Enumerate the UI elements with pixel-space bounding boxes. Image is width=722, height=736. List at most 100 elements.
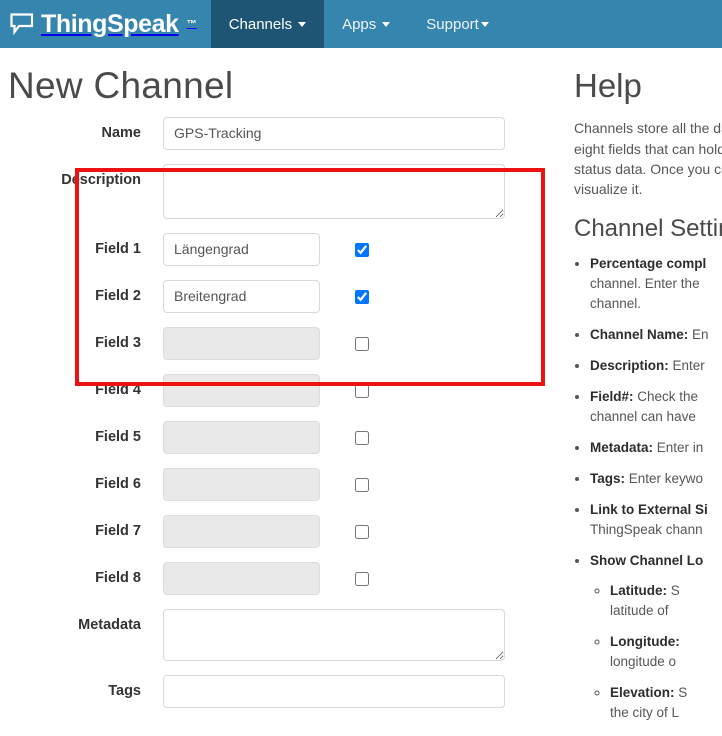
- help-item-description: Enter: [668, 358, 705, 374]
- help-sub-item-latitude: Latitude: S latitude of: [610, 581, 722, 621]
- help-sub-item-term: Latitude:: [610, 582, 667, 598]
- brand-trademark: ™: [186, 18, 197, 30]
- help-item-description: Description: Enter: [590, 356, 722, 376]
- label-field-4: Field 4: [95, 381, 141, 398]
- help-title: Help: [574, 67, 642, 104]
- nav-item-apps-label: Apps: [342, 15, 377, 33]
- control-wrap-field-1: [163, 232, 566, 266]
- input-name[interactable]: [163, 116, 505, 150]
- control-wrap-field-6: [163, 467, 566, 501]
- help-sub-list: Latitude: S latitude of Longitude: longit…: [590, 581, 722, 723]
- checkbox-field-6[interactable]: [355, 477, 369, 492]
- help-item-show-channel-lo: Show Channel Lo Latitude: S latitude of Lo…: [590, 551, 722, 723]
- help-column: Help Channels store all the da eight fie…: [566, 48, 722, 736]
- help-item-term: Link to External Si: [590, 502, 708, 517]
- help-item-description: Enter keywo: [625, 471, 704, 487]
- form-row-field-4: Field 4: [0, 373, 566, 407]
- control-wrap-field-8: [163, 561, 566, 595]
- top-navbar: ThingSpeak ™ Channels Apps Support: [0, 0, 722, 48]
- help-sub-item-longitude: Longitude: longitude o: [610, 632, 722, 672]
- help-item-term: Field#:: [590, 389, 634, 405]
- help-item-description: ThingSpeak chann: [590, 521, 703, 537]
- help-sub-item-description: longitude o: [610, 653, 677, 669]
- checkbox-field-2[interactable]: [355, 289, 369, 304]
- label-field-1: Field 1: [95, 240, 141, 257]
- label-field-6: Field 6: [95, 475, 141, 492]
- page-body: New Channel Name Description Field 1 Field …: [0, 48, 722, 736]
- input-description[interactable]: [163, 163, 505, 219]
- control-wrap-field-4: [163, 373, 566, 407]
- checkbox-field-5[interactable]: [355, 430, 369, 445]
- input-field-2[interactable]: [163, 279, 320, 313]
- input-field-1[interactable]: [163, 232, 320, 266]
- form-row-field-1: Field 1: [0, 232, 566, 266]
- control-wrap-field-2: [163, 279, 566, 313]
- form-row-field-7: Field 7: [0, 514, 566, 548]
- input-field-3: [163, 326, 320, 360]
- brand-logo-link[interactable]: ThingSpeak ™: [0, 0, 211, 48]
- input-field-6: [163, 467, 320, 501]
- input-tags[interactable]: [163, 674, 505, 708]
- input-field-5: [163, 420, 320, 454]
- nav-item-apps[interactable]: Apps: [324, 0, 408, 48]
- chevron-down-icon: [480, 21, 489, 27]
- help-item-channel-name: Channel Name: En: [590, 325, 722, 345]
- control-wrap-tags: [163, 674, 566, 708]
- label-description: Description: [61, 171, 141, 188]
- help-item-term: Description:: [590, 358, 669, 374]
- checkbox-field-4[interactable]: [355, 383, 369, 398]
- label-tags: Tags: [108, 682, 141, 699]
- form-row-field-3: Field 3: [0, 326, 566, 360]
- help-item-field: Field#: Check the channel can have: [590, 387, 722, 427]
- checkbox-field-8[interactable]: [355, 571, 369, 586]
- control-wrap-name: [163, 116, 566, 150]
- label-field-5: Field 5: [95, 428, 141, 445]
- label-field-8: Field 8: [95, 569, 141, 586]
- label-field-3: Field 3: [95, 334, 141, 351]
- form-row-field-2: Field 2: [0, 279, 566, 313]
- help-item-description: En: [688, 327, 709, 343]
- control-wrap-field-5: [163, 420, 566, 454]
- label-field-7: Field 7: [95, 522, 141, 539]
- input-field-7: [163, 514, 320, 548]
- help-item-term: Show Channel Lo: [590, 552, 704, 568]
- form-row-name: Name: [0, 116, 566, 150]
- help-item-link-to-external-si: Link to External Si ThingSpeak chann: [590, 500, 722, 540]
- help-item-term: Percentage compl: [590, 256, 707, 272]
- control-wrap-description: [163, 163, 566, 219]
- help-intro-text: Channels store all the da eight fields t…: [574, 120, 722, 198]
- checkbox-field-1[interactable]: [355, 242, 369, 257]
- help-sub-item-term: Longitude:: [610, 633, 680, 649]
- form-row-field-8: Field 8: [0, 561, 566, 595]
- brand-name: ThingSpeak: [41, 9, 179, 38]
- control-wrap-field-7: [163, 514, 566, 548]
- chevron-down-icon: [382, 21, 391, 27]
- form-row-metadata: Metadata: [0, 608, 566, 661]
- nav-item-support[interactable]: Support: [408, 0, 507, 48]
- help-item-term: Tags:: [590, 471, 626, 487]
- form-row-field-5: Field 5: [0, 420, 566, 454]
- main-column: New Channel Name Description Field 1 Field …: [0, 48, 566, 736]
- help-sub-item-elevation: Elevation: S the city of L: [610, 683, 722, 723]
- checkbox-field-7[interactable]: [355, 524, 369, 539]
- nav-item-channels[interactable]: Channels: [210, 0, 325, 48]
- input-field-4: [163, 373, 320, 407]
- help-item-term: Channel Name:: [590, 327, 689, 343]
- form-row-tags: Tags: [0, 674, 566, 708]
- help-section-title: Channel Settin: [574, 215, 722, 243]
- help-item-metadata: Metadata: Enter in: [590, 438, 722, 458]
- new-channel-form: Name Description Field 1 Field 2 Field 3 Fiel…: [0, 116, 566, 708]
- help-item-percentage-compl: Percentage compl channel. Enter the chan…: [590, 254, 722, 314]
- help-list: Percentage compl channel. Enter the chan…: [574, 254, 722, 722]
- label-field-2: Field 2: [95, 287, 141, 304]
- control-wrap-metadata: [163, 608, 566, 661]
- form-row-field-6: Field 6: [0, 467, 566, 501]
- chevron-down-icon: [298, 21, 307, 27]
- control-wrap-field-3: [163, 326, 566, 360]
- input-field-8: [163, 561, 320, 595]
- checkbox-field-3[interactable]: [355, 336, 369, 351]
- input-metadata[interactable]: [163, 608, 505, 661]
- help-item-term: Metadata:: [590, 440, 654, 456]
- nav-item-channels-label: Channels: [228, 15, 293, 33]
- nav-items: Channels Apps Support: [210, 0, 507, 48]
